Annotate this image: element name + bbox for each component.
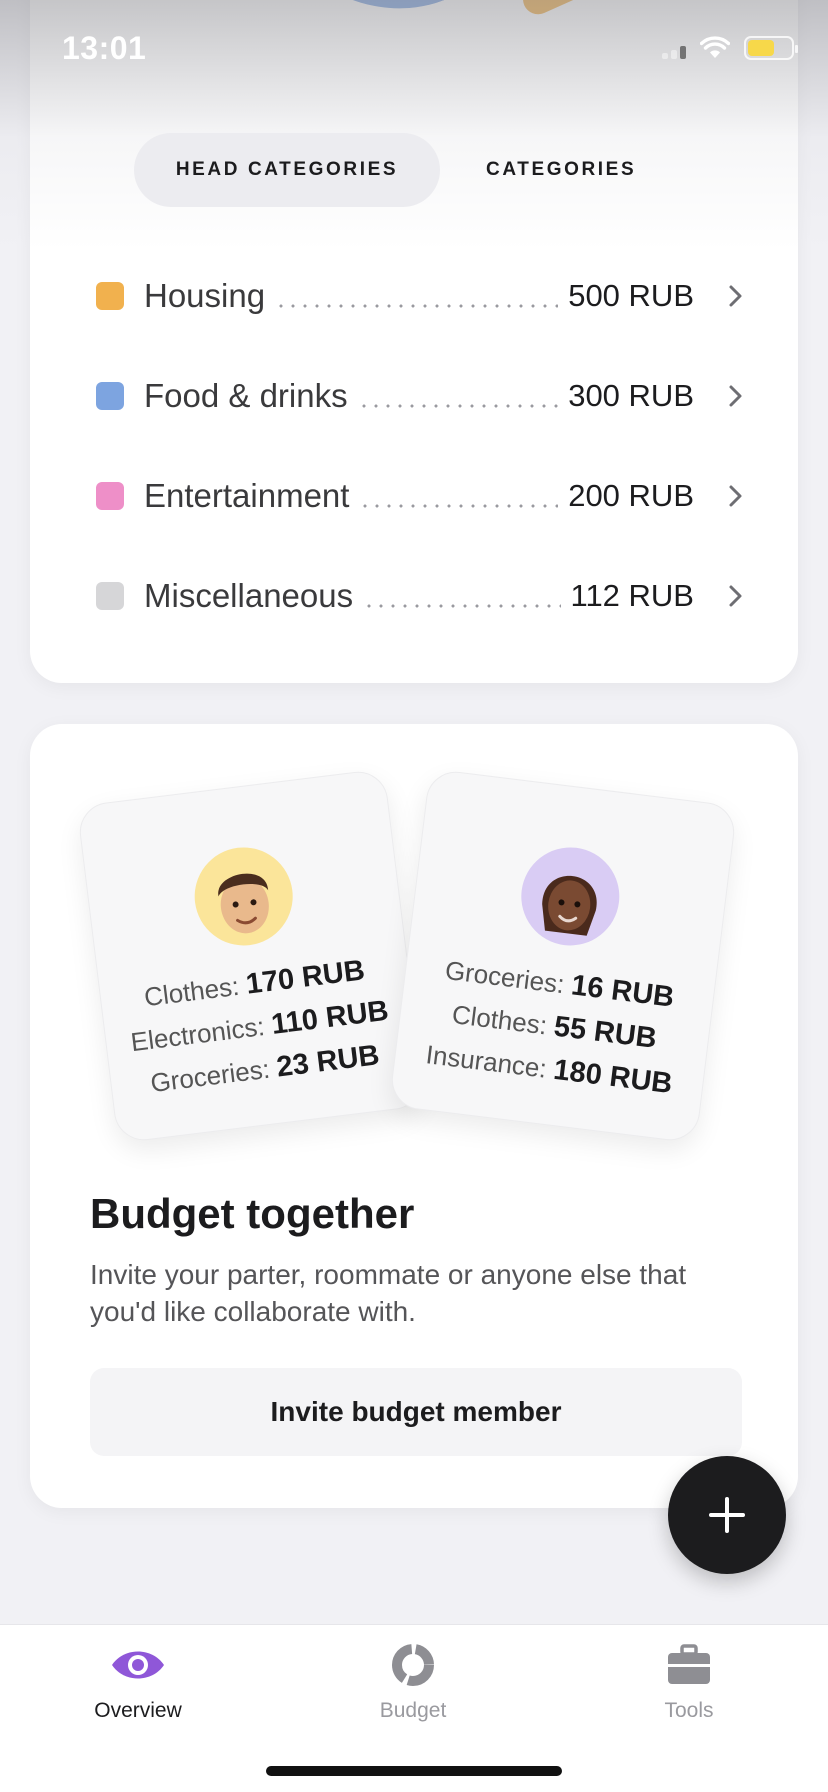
budget-together-title: Budget together [90, 1190, 415, 1237]
head-category-list: Housing 500 RUB Food & drinks 300 RUB En… [96, 246, 746, 646]
category-row-miscellaneous[interactable]: Miscellaneous 112 RUB [96, 546, 746, 646]
dotted-leader [357, 384, 559, 408]
memoji-girl-icon [542, 875, 597, 936]
tab-categories[interactable]: CATEGORIES [468, 133, 654, 207]
plus-icon [709, 1497, 745, 1533]
category-name: Housing [144, 277, 266, 314]
category-color-swatch [96, 282, 124, 310]
category-name: Miscellaneous [144, 577, 354, 614]
status-icons [662, 36, 798, 60]
category-amount: 500 RUB [568, 278, 694, 313]
eye-icon [108, 1641, 168, 1689]
chevron-right-icon [729, 585, 742, 607]
dotted-leader [275, 284, 559, 308]
category-name: Food & drinks [144, 377, 348, 414]
member-avatar [515, 841, 625, 952]
category-row-food-drinks[interactable]: Food & drinks 300 RUB [96, 346, 746, 446]
category-amount: 200 RUB [568, 478, 694, 513]
chevron-right-icon [729, 285, 742, 307]
category-color-swatch [96, 382, 124, 410]
tab-label: Budget [379, 1699, 447, 1722]
category-name: Entertainment [144, 477, 350, 514]
member-avatar [189, 841, 299, 952]
memoji-boy-icon [218, 873, 269, 934]
status-time: 13:01 [62, 30, 147, 66]
tab-budget[interactable]: Budget [323, 1641, 503, 1723]
tab-tools[interactable]: Tools [599, 1641, 779, 1723]
tab-head-categories[interactable]: HEAD CATEGORIES [134, 133, 440, 207]
invite-budget-member-button[interactable]: Invite budget member [90, 1368, 742, 1456]
member-spending-card: Groceries: 16 RUB Clothes: 55 RUB Insura… [388, 768, 738, 1144]
tab-label: Tools [664, 1699, 714, 1722]
pie-chart-icon [383, 1641, 443, 1689]
wifi-icon [700, 36, 730, 58]
home-indicator [266, 1766, 562, 1776]
category-row-housing[interactable]: Housing 500 RUB [96, 246, 746, 346]
category-amount: 112 RUB [570, 578, 695, 613]
budget-together-card: Clothes: 170 RUB Electronics: 110 RUB Gr… [30, 724, 798, 1508]
budget-together-description: Invite your parter, roommate or anyone e… [90, 1259, 687, 1327]
dotted-leader [359, 484, 559, 508]
category-row-entertainment[interactable]: Entertainment 200 RUB [96, 446, 746, 546]
member-spending-lines: Groceries: 16 RUB Clothes: 55 RUB Insura… [394, 944, 715, 1110]
screen: 13:01 HEAD CATEGORIES CATEGORIES Housing… [0, 0, 828, 1792]
tab-label: Overview [94, 1699, 182, 1722]
briefcase-icon [659, 1641, 719, 1689]
category-amount: 300 RUB [568, 378, 694, 413]
category-color-swatch [96, 482, 124, 510]
status-bar: 13:01 [0, 0, 828, 100]
dotted-leader [363, 584, 561, 608]
member-spending-lines: Clothes: 170 RUB Electronics: 110 RUB Gr… [99, 944, 420, 1110]
cellular-signal-icon [662, 37, 686, 59]
member-spending-card: Clothes: 170 RUB Electronics: 110 RUB Gr… [76, 768, 426, 1144]
tab-overview[interactable]: Overview [48, 1641, 228, 1723]
battery-icon [744, 36, 798, 60]
add-transaction-button[interactable] [668, 1456, 786, 1574]
chevron-right-icon [729, 385, 742, 407]
category-color-swatch [96, 582, 124, 610]
chevron-right-icon [729, 485, 742, 507]
category-type-segmented-control: HEAD CATEGORIES CATEGORIES [134, 133, 654, 207]
